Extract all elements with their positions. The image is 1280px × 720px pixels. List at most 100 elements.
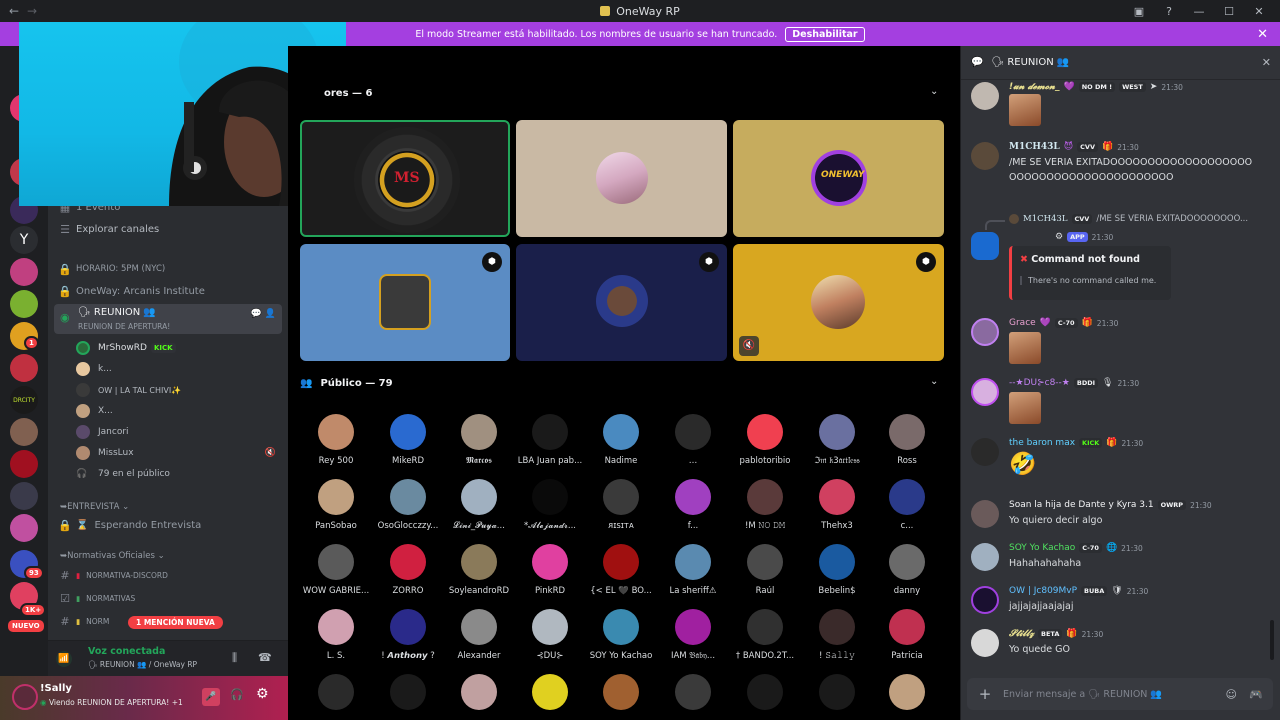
- voice-user[interactable]: MissLux 🔇: [76, 443, 276, 463]
- server-icon[interactable]: [10, 354, 38, 382]
- server-icon[interactable]: Y: [10, 226, 38, 254]
- voice-channel-path[interactable]: 🗣 REUNION 👥 / OneWay RP: [88, 660, 197, 669]
- message-author[interactable]: !𝓾𝓷 𝓭𝓮𝓶𝓸𝓷_: [1009, 82, 1060, 92]
- server-icon[interactable]: [10, 514, 38, 542]
- audience-member[interactable]: OsoGlocczzy...: [372, 479, 444, 531]
- channel-esperando[interactable]: 🔒 ⌛ Esperando Entrevista: [48, 515, 288, 535]
- audience-member[interactable]: !M 𝙽𝙾 𝙳𝙼: [729, 479, 801, 531]
- forward-button[interactable]: →: [24, 4, 40, 18]
- close-window-button[interactable]: ✕: [1244, 5, 1274, 18]
- active-stage-channel[interactable]: ◉ 🗣 REUNION 👥 REUNION DE APERTURA! 💬 👤: [54, 304, 282, 334]
- audience-member[interactable]: Patricia: [871, 609, 943, 661]
- add-user-icon[interactable]: 👤: [265, 309, 276, 319]
- maximize-button[interactable]: ☐: [1214, 5, 1244, 18]
- server-icon[interactable]: DRCITY: [10, 386, 38, 414]
- avatar[interactable]: [971, 142, 999, 170]
- message-author[interactable]: the baron max: [1009, 438, 1075, 448]
- audience-member[interactable]: {< EL 🖤 BO...: [585, 544, 657, 596]
- audience-member[interactable]: 𝓛𝓲𝓷𝓲_𝓟𝓾𝔂𝓪...: [443, 479, 515, 531]
- voice-user[interactable]: X...: [76, 401, 113, 421]
- audience-member[interactable]: [300, 674, 372, 710]
- collapse-chevron-icon[interactable]: ⌄: [930, 86, 938, 97]
- chat-bubble-icon[interactable]: 💬: [251, 309, 262, 319]
- mute-icon[interactable]: 🎤: [202, 688, 220, 706]
- audience-member[interactable]: c...: [871, 479, 943, 531]
- audience-member[interactable]: IAM 𝔅𝔞𝔟𝔶...: [657, 609, 729, 661]
- message-author[interactable]: Soan la hija de Dante y Kyra 3.1: [1009, 500, 1154, 510]
- audience-member[interactable]: LBA Juan pab...: [514, 414, 586, 466]
- audience-member[interactable]: Nadime: [585, 414, 657, 466]
- audience-member[interactable]: SOY Yo Kachao: [585, 609, 657, 661]
- settings-gear-icon[interactable]: ⚙: [256, 686, 269, 702]
- audience-member[interactable]: danny: [871, 544, 943, 596]
- audience-member[interactable]: [801, 674, 873, 710]
- new-servers-pill[interactable]: NUEVO: [6, 618, 46, 634]
- audience-member[interactable]: ! 𝚂𝚊𝚕𝚕𝚢: [801, 609, 873, 661]
- server-icon[interactable]: [10, 482, 38, 510]
- avatar[interactable]: [971, 82, 999, 110]
- audience-member[interactable]: † BANDO.2T...: [729, 609, 801, 661]
- audience-member[interactable]: [443, 674, 515, 710]
- avatar[interactable]: [971, 543, 999, 571]
- audience-member[interactable]: Raúl: [729, 544, 801, 596]
- audience-member[interactable]: ZORRO: [372, 544, 444, 596]
- avatar[interactable]: [971, 378, 999, 406]
- message-author[interactable]: Grace: [1009, 318, 1036, 328]
- new-mention-pill[interactable]: 1 MENCIÓN NUEVA: [128, 616, 223, 629]
- sticker-image[interactable]: [1009, 332, 1041, 364]
- audience-member[interactable]: SoyleandroRD: [443, 544, 515, 596]
- reply-preview[interactable]: M1CH43L CVV/ME SE VERIA EXITADOOOOOOOO...: [1009, 214, 1248, 224]
- speaker-tile[interactable]: ⬢: [516, 244, 727, 361]
- disable-streamer-button[interactable]: Deshabilitar: [785, 26, 865, 42]
- voice-user[interactable]: k...: [76, 359, 112, 379]
- emoji-icon[interactable]: ☺: [1226, 688, 1237, 701]
- avatar[interactable]: [971, 586, 999, 614]
- server-icon[interactable]: [10, 418, 38, 446]
- message-author[interactable]: 𝓢𝓽𝓲𝓵𝓵𝔃: [1009, 629, 1034, 639]
- help-icon[interactable]: ?: [1154, 5, 1184, 18]
- close-banner-icon[interactable]: ✕: [1257, 27, 1268, 42]
- collapse-chevron-icon[interactable]: ⌄: [930, 376, 938, 387]
- gamepad-icon[interactable]: 🎮: [1249, 688, 1263, 701]
- speaker-tile[interactable]: MS: [300, 120, 510, 237]
- message-author[interactable]: --★DU⊱c8--★: [1009, 378, 1070, 388]
- avatar[interactable]: [971, 318, 999, 346]
- sticker-image[interactable]: [1009, 392, 1041, 424]
- audience-member[interactable]: Ross: [871, 414, 943, 466]
- close-chat-icon[interactable]: ✕: [1262, 56, 1271, 69]
- sticker-image[interactable]: [1009, 94, 1041, 126]
- audience-member[interactable]: [585, 674, 657, 710]
- server-icon[interactable]: [10, 290, 38, 318]
- disconnect-icon[interactable]: ☎: [258, 651, 272, 664]
- category-normativas[interactable]: ➥Normativas Oficiales ⌄: [60, 551, 165, 561]
- speaker-tile[interactable]: [516, 120, 727, 237]
- speaker-tile[interactable]: ⬢: [300, 244, 510, 361]
- audience-member[interactable]: pablotoribio: [729, 414, 801, 466]
- audience-member[interactable]: Bebelin$: [801, 544, 873, 596]
- audience-member[interactable]: Thehx3: [801, 479, 873, 531]
- audience-member[interactable]: MikeRD: [372, 414, 444, 466]
- audience-member[interactable]: La sheriff⚠: [657, 544, 729, 596]
- audience-member[interactable]: [871, 674, 943, 710]
- audience-member[interactable]: [657, 674, 729, 710]
- audience-member[interactable]: WOW GABRIE...: [300, 544, 372, 596]
- audience-member[interactable]: [514, 674, 586, 710]
- avatar[interactable]: [12, 684, 38, 710]
- audience-member[interactable]: ᴙɪꜱɪᴛᴀ: [585, 479, 657, 531]
- audience-member[interactable]: ⊰DU⊱: [514, 609, 586, 661]
- chat-scrollbar[interactable]: [1270, 620, 1274, 660]
- avatar[interactable]: [971, 438, 999, 466]
- noise-suppression-icon[interactable]: ⫼: [232, 651, 237, 665]
- server-icon[interactable]: [10, 258, 38, 286]
- audience-count[interactable]: 🎧 79 en el público: [76, 464, 170, 484]
- audience-member[interactable]: 𝕸𝖆𝖗𝖈𝖔𝖘: [443, 414, 515, 466]
- audience-member[interactable]: *𝓐𝓵𝓮𝓳𝓪𝓷𝓭𝓻...: [514, 479, 586, 531]
- audience-member[interactable]: f...: [657, 479, 729, 531]
- channel-normativa-discord[interactable]: # ▮ NORMATIVA-DISCORD: [48, 565, 288, 585]
- audience-member[interactable]: L. S.: [300, 609, 372, 661]
- channel-horario[interactable]: 🔒 HORARIO: 5PM (NYC): [48, 259, 288, 279]
- speaker-tile[interactable]: ⬢ 🔇: [733, 244, 944, 361]
- voice-user[interactable]: OW | LA TAL CHIVI✨: [76, 380, 181, 400]
- avatar[interactable]: [971, 500, 999, 528]
- audience-member[interactable]: [729, 674, 801, 710]
